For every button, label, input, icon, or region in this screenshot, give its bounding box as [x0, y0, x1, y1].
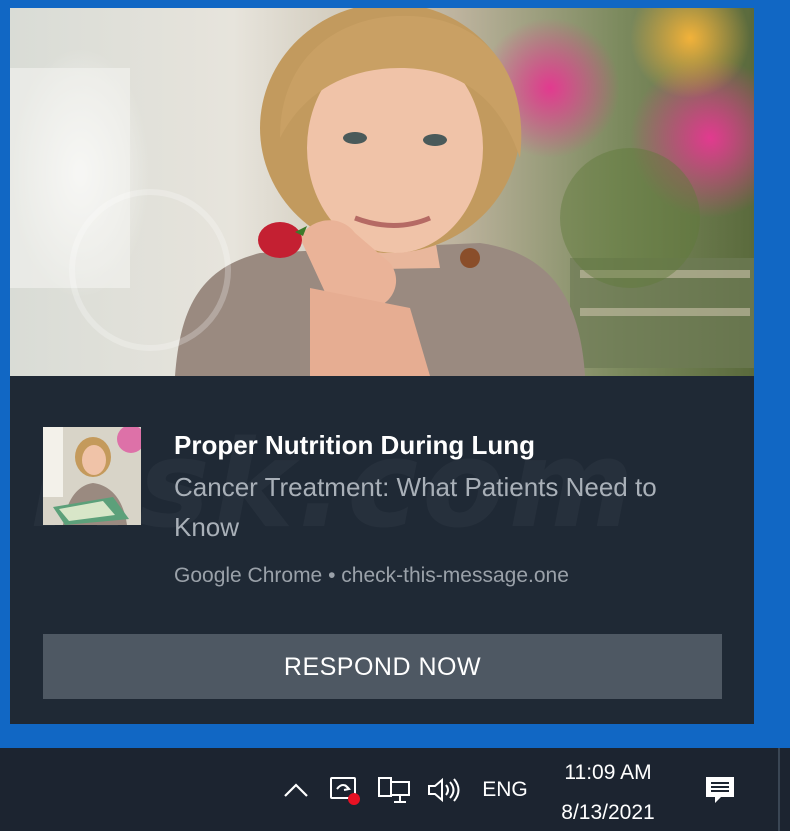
volume-icon[interactable] [422, 748, 464, 831]
clock-time: 11:09 AM [564, 761, 652, 784]
taskbar: ENG 11:09 AM 8/13/2021 [0, 748, 790, 831]
chevron-up-icon[interactable] [278, 748, 314, 831]
action-center-icon[interactable] [698, 748, 742, 831]
toast-body: risk.com Proper Nutrition During Lung Ca… [10, 376, 754, 724]
respond-now-button[interactable]: RESPOND NOW [43, 634, 722, 699]
clock-date: 8/13/2021 [561, 801, 655, 824]
language-indicator[interactable]: ENG [476, 748, 534, 831]
notification-title: Proper Nutrition During Lung [174, 430, 536, 460]
show-desktop-divider[interactable] [778, 748, 780, 831]
notification-thumbnail [43, 427, 141, 525]
notification-source: Google Chrome • check-this-message.one [174, 564, 569, 587]
network-icon[interactable] [374, 748, 414, 831]
notification-subtitle: Cancer Treatment: What Patients Need to … [174, 472, 657, 542]
clock[interactable]: 11:09 AM 8/13/2021 [548, 756, 668, 830]
hero-image [10, 8, 754, 376]
toast-notification[interactable]: risk.com Proper Nutrition During Lung Ca… [10, 8, 754, 724]
task-manager-icon[interactable] [324, 748, 364, 831]
